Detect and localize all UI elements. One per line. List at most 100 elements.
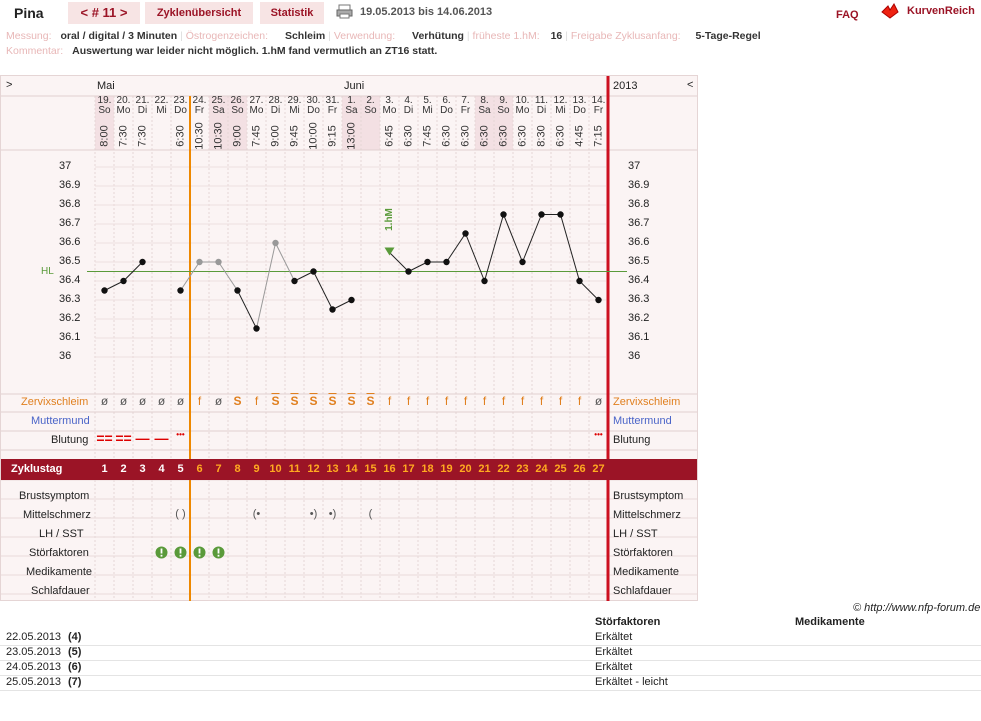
row-cycle-day: (7) xyxy=(68,676,82,688)
temp-point xyxy=(576,277,583,285)
zyklustag-number: 6 xyxy=(196,463,203,475)
zyklustag-number: 5 xyxy=(177,463,184,475)
row-zervix: Zervixschleim xyxy=(21,396,89,408)
zervix-cell: ø xyxy=(100,394,109,408)
zervix-cell: ø xyxy=(214,394,223,408)
logo-text[interactable]: KurvenReich xyxy=(907,5,975,17)
blutung-cell: — xyxy=(154,430,169,446)
faq-link[interactable]: FAQ xyxy=(836,9,859,21)
temp-point xyxy=(443,258,450,266)
zervix-cell: S xyxy=(309,394,318,408)
row-stoerfaktoren: Störfaktoren xyxy=(29,547,89,559)
zyklustag-number: 8 xyxy=(234,463,241,475)
row-schlafdauer: Schlafdauer xyxy=(31,585,90,597)
zervix-cell: ø xyxy=(119,394,128,408)
row-stoerfaktor: Erkältet xyxy=(595,661,633,673)
temp-point xyxy=(500,211,507,218)
temp-point xyxy=(557,211,564,218)
tab-zyklenuebersicht[interactable]: Zyklenübersicht xyxy=(145,2,253,24)
temp-point xyxy=(196,258,203,266)
stoerfaktor-icon[interactable] xyxy=(174,546,187,562)
row-medikamente-right: Medikamente xyxy=(613,566,680,578)
messung-label: Messung: xyxy=(6,30,52,42)
row-date: 23.05.2013 xyxy=(6,646,62,658)
row-date: 24.05.2013 xyxy=(6,661,62,673)
temp-segment xyxy=(446,233,466,263)
zyklustag-number: 16 xyxy=(383,463,396,475)
mittelschmerz-mark: •) xyxy=(328,508,337,520)
info-line: Messung: oral / digital / 3 Minuten | Ös… xyxy=(6,30,761,42)
mittelschmerz-mark: •) xyxy=(309,508,318,520)
messung-value: oral / digital / 3 Minuten xyxy=(60,30,178,42)
temp-segment xyxy=(237,290,257,329)
temp-point xyxy=(481,277,488,285)
temp-point xyxy=(519,258,526,266)
zervix-cell: S xyxy=(347,394,356,408)
stoerfaktor-icon[interactable] xyxy=(212,546,225,562)
zyklustag-number: 13 xyxy=(326,463,339,475)
row-stoerfaktor: Erkältet xyxy=(595,631,633,643)
zyklustag-number: 18 xyxy=(421,463,434,475)
zyklustag-number: 24 xyxy=(535,463,548,475)
stoerfaktor-row: 24.05.2013 (6) Erkältet xyxy=(0,661,981,676)
blutung-cell: — xyxy=(135,430,150,446)
hm-marker-label: 1.hM xyxy=(383,208,395,231)
zervix-cell: S xyxy=(366,394,375,408)
zyklustag-number: 17 xyxy=(402,463,415,475)
freigabe-label: Freigabe Zyklusanfang: xyxy=(570,30,681,42)
row-muttermund: Muttermund xyxy=(31,415,90,427)
row-stoerfaktor: Erkältet - leicht xyxy=(595,676,668,688)
temp-point xyxy=(139,258,146,266)
stoerfaktor-row: 23.05.2013 (5) Erkältet xyxy=(0,646,981,661)
top-bar: Pina < # 11 > Zyklenübersicht Statistik … xyxy=(0,0,981,26)
row-muttermund-right: Muttermund xyxy=(613,415,672,427)
zyklustag-number: 14 xyxy=(345,463,358,475)
zervix-cell: f xyxy=(520,394,525,408)
zyklustag-number: 11 xyxy=(288,463,301,475)
zyklustag-number: 15 xyxy=(364,463,377,475)
zervix-cell: S xyxy=(233,394,242,408)
zyklustag-number: 25 xyxy=(554,463,567,475)
temp-segment xyxy=(389,252,409,272)
oestrogen-label: Östrogenzeichen: xyxy=(185,30,269,42)
date-range: 19.05.2013 bis 14.06.2013 xyxy=(360,6,493,18)
zyklustag-number: 20 xyxy=(459,463,472,475)
row-zervix-right: Zervixschleim xyxy=(613,396,681,408)
zyklustag-number: 19 xyxy=(440,463,453,475)
zyklustag-number: 10 xyxy=(269,463,282,475)
row-date: 25.05.2013 xyxy=(6,676,62,688)
print-icon[interactable] xyxy=(336,4,353,19)
logo-icon xyxy=(880,2,900,20)
user-name: Pina xyxy=(14,5,44,21)
zervix-cell: f xyxy=(501,394,506,408)
cycle-nav[interactable]: < # 11 > xyxy=(68,2,140,24)
temp-segment xyxy=(275,242,295,282)
stoerfaktor-row: 25.05.2013 (7) Erkältet - leicht xyxy=(0,676,981,691)
temp-point xyxy=(177,287,184,294)
zyklustag-number: 12 xyxy=(307,463,320,475)
temp-point xyxy=(291,277,298,285)
row-schlafdauer-right: Schlafdauer xyxy=(613,585,672,597)
zyklustag-number: 2 xyxy=(120,463,127,475)
zervix-cell: f xyxy=(254,394,259,408)
zyklustag-number: 4 xyxy=(158,463,165,475)
temp-segment xyxy=(256,242,276,329)
tab-statistik[interactable]: Statistik xyxy=(260,2,324,24)
zervix-cell: ø xyxy=(594,394,603,408)
row-blutung-right: Blutung xyxy=(613,434,651,446)
zervix-cell: f xyxy=(387,394,392,408)
temp-point xyxy=(462,230,469,237)
stoerfaktor-icon[interactable] xyxy=(193,546,206,562)
row-medikamente: Medikamente xyxy=(26,566,93,578)
zyklustag-number: 21 xyxy=(478,463,491,475)
zyklustag-bar: Zyklustag 1 2 3 4 5 6 7 8 9 10 11 12 13 14 15 16 17 18 19 2… xyxy=(1,459,697,480)
zyklustag-label: Zyklustag xyxy=(11,463,63,475)
zervix-cell: f xyxy=(539,394,544,408)
zervix-cell: ø xyxy=(157,394,166,408)
row-cycle-day: (5) xyxy=(68,646,82,658)
temp-segment xyxy=(218,261,238,291)
zyklustag-number: 27 xyxy=(592,463,605,475)
oestrogen-value: Schleim xyxy=(284,30,326,42)
temp-point xyxy=(348,296,355,304)
stoerfaktor-icon[interactable] xyxy=(155,546,168,562)
